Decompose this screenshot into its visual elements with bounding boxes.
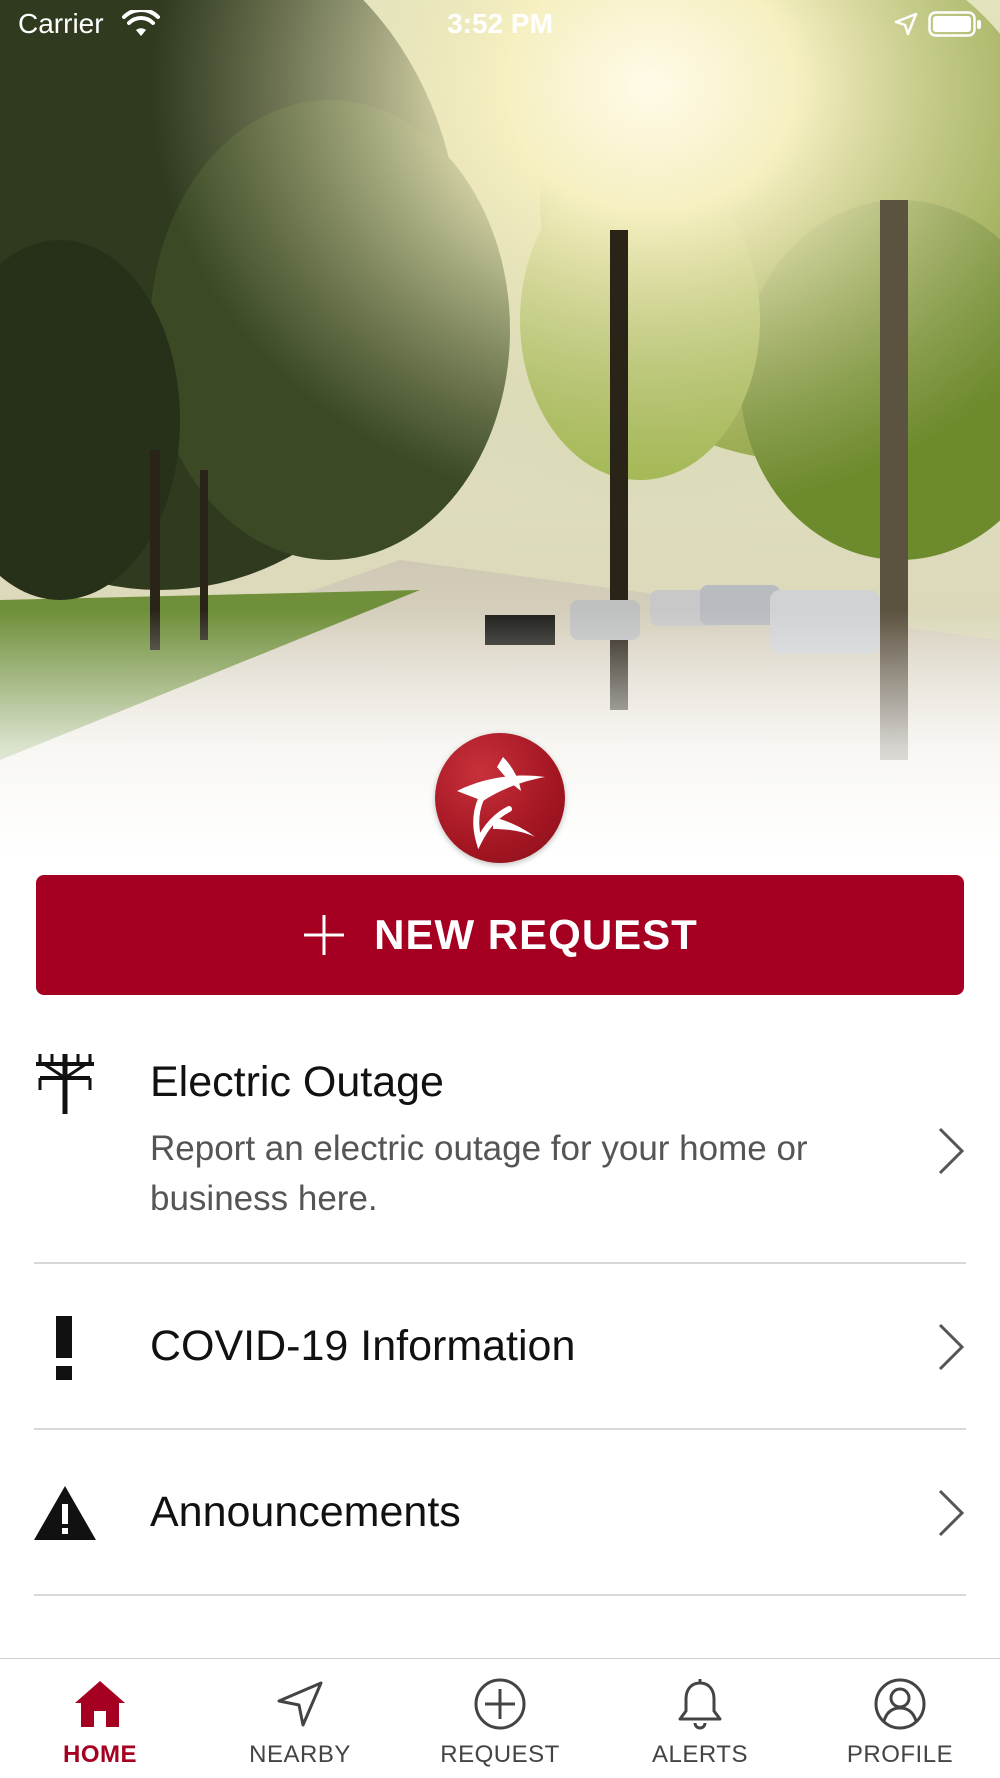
tab-request[interactable]: REQUEST: [400, 1659, 600, 1778]
chevron-right-icon: [938, 1127, 965, 1175]
tab-label: ALERTS: [652, 1741, 748, 1768]
tab-nearby[interactable]: NEARBY: [200, 1659, 400, 1778]
user-icon: [874, 1678, 926, 1730]
city-logo: [435, 733, 565, 863]
list-item-description: Report an electric outage for your home …: [150, 1129, 808, 1218]
list-item-title: Announcements: [150, 1488, 461, 1536]
tab-bar: HOME NEARBY REQUEST ALERTS PROFILE: [0, 1658, 1000, 1778]
status-bar: Carrier 3:52 PM: [0, 0, 1000, 50]
exclamation-icon: [56, 1316, 72, 1380]
new-request-label: NEW REQUEST: [374, 911, 698, 958]
list-item-title: Electric Outage: [150, 1058, 444, 1106]
list-item-electric-outage[interactable]: Electric Outage Report an electric outag…: [0, 1040, 1000, 1265]
list-item-announcements[interactable]: Announcements: [0, 1430, 1000, 1594]
power-line-icon: [36, 1054, 94, 1114]
star-logo-icon: [457, 757, 545, 850]
warning-triangle-icon: [34, 1486, 96, 1540]
battery-icon: [928, 11, 981, 37]
tab-label: NEARBY: [249, 1741, 351, 1768]
tab-profile[interactable]: PROFILE: [800, 1659, 1000, 1778]
location-arrow-icon: [277, 1681, 323, 1727]
divider: [34, 1594, 966, 1596]
bell-icon: [678, 1679, 722, 1730]
list-item-covid-19-information[interactable]: COVID-19 Information: [0, 1264, 1000, 1428]
tab-label: REQUEST: [440, 1741, 560, 1768]
hero-image: [0, 0, 1000, 860]
location-services-icon: [894, 12, 918, 36]
plus-icon: [304, 915, 345, 955]
status-time: 3:52 PM: [447, 8, 553, 39]
tab-home[interactable]: HOME: [0, 1659, 200, 1778]
home-icon: [75, 1681, 125, 1727]
new-request-button[interactable]: NEW REQUEST: [36, 875, 964, 995]
tab-label: PROFILE: [846, 1741, 954, 1768]
tab-alerts[interactable]: ALERTS: [600, 1659, 800, 1778]
list-item-title: COVID-19 Information: [150, 1322, 576, 1370]
chevron-right-icon: [938, 1323, 965, 1371]
chevron-right-icon: [938, 1489, 965, 1537]
plus-circle-icon: [474, 1678, 526, 1730]
tab-label: HOME: [63, 1741, 137, 1768]
